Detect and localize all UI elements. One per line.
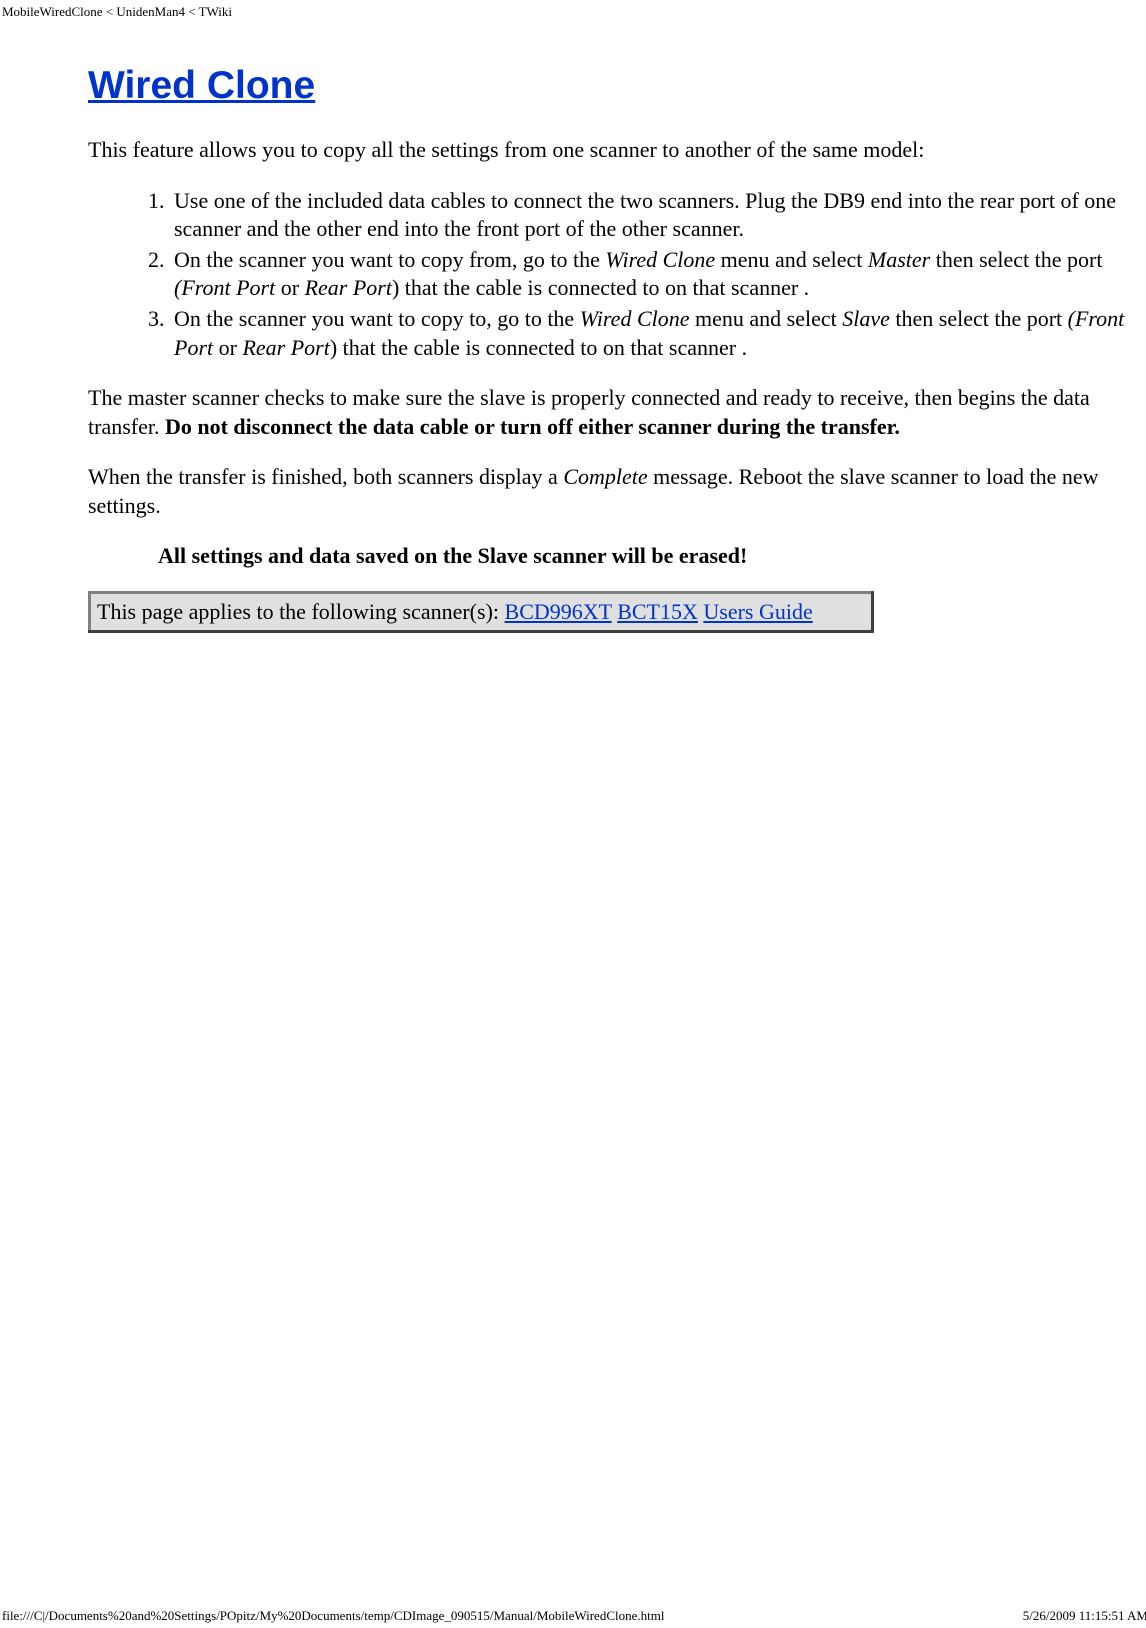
step-2: On the scanner you want to copy from, go… xyxy=(170,246,1126,303)
step-3: On the scanner you want to copy to, go t… xyxy=(170,305,1126,362)
steps-list: Use one of the included data cables to c… xyxy=(88,187,1126,363)
footer-date: 5/26/2009 11:15:51 AM xyxy=(1023,1608,1146,1624)
warning-note: All settings and data saved on the Slave… xyxy=(158,543,1126,569)
link-users-guide[interactable]: Users Guide xyxy=(703,599,812,624)
page-title[interactable]: Wired Clone xyxy=(88,64,1126,108)
master-check-paragraph: The master scanner checks to make sure t… xyxy=(88,384,1126,441)
link-bcd996xt[interactable]: BCD996XT xyxy=(505,599,612,624)
applies-prefix: This page applies to the following scann… xyxy=(97,599,505,624)
breadcrumb: MobileWiredClone < UnidenMan4 < TWiki xyxy=(0,0,1146,24)
page-title-link[interactable]: Wired Clone xyxy=(88,64,315,107)
intro-paragraph: This feature allows you to copy all the … xyxy=(88,136,1126,165)
footer-path: file:///C|/Documents%20and%20Settings/PO… xyxy=(2,1608,664,1624)
applies-box: This page applies to the following scann… xyxy=(88,591,874,634)
link-bct15x[interactable]: BCT15X xyxy=(617,599,698,624)
step-1: Use one of the included data cables to c… xyxy=(170,187,1126,244)
complete-paragraph: When the transfer is finished, both scan… xyxy=(88,463,1126,520)
applies-cell: This page applies to the following scann… xyxy=(90,592,873,632)
main-content: Wired Clone This feature allows you to c… xyxy=(88,64,1126,633)
footer: file:///C|/Documents%20and%20Settings/PO… xyxy=(0,1604,1146,1628)
